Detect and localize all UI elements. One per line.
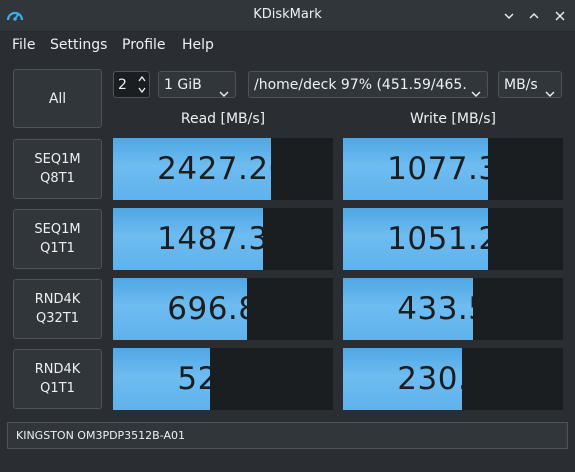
- unit-value: MB/s: [504, 77, 538, 93]
- write-value: 230.46: [397, 361, 509, 397]
- write-header: Write [MB/s]: [409, 111, 497, 127]
- test-name: RND4K: [34, 292, 81, 307]
- write-result-bar: 1077.39: [343, 138, 563, 200]
- read-value: 52.08: [177, 361, 269, 397]
- device-info-field[interactable]: KINGSTON OM3PDP3512B-A01: [7, 422, 568, 449]
- test-seq1m-q8t1-button[interactable]: SEQ1M Q8T1: [13, 139, 102, 199]
- read-header: Read [MB/s]: [180, 111, 266, 127]
- write-value: 1051.28: [387, 221, 519, 257]
- menu-settings[interactable]: Settings: [50, 37, 107, 53]
- minimize-icon[interactable]: [502, 9, 516, 23]
- test-rnd4k-q1t1-button[interactable]: RND4K Q1T1: [13, 349, 102, 409]
- read-value: 696.80: [167, 291, 279, 327]
- close-icon[interactable]: [553, 9, 567, 23]
- test-params: Q32T1: [36, 311, 79, 326]
- window-title: KDiskMark: [253, 7, 322, 22]
- test-rnd4k-q32t1-button[interactable]: RND4K Q32T1: [13, 279, 102, 339]
- write-result-bar: 230.46: [343, 348, 563, 410]
- read-result-bar: 2427.26: [113, 138, 333, 200]
- read-result-bar: 696.80: [113, 278, 333, 340]
- size-value: 1 GiB: [164, 77, 202, 93]
- menu-profile[interactable]: Profile: [122, 37, 166, 53]
- test-seq1m-q1t1-button[interactable]: SEQ1M Q1T1: [13, 209, 102, 269]
- read-result-bar: 1487.35: [113, 208, 333, 270]
- device-name: KINGSTON OM3PDP3512B-A01: [16, 429, 185, 442]
- chevron-down-icon: [219, 82, 229, 97]
- test-params: Q8T1: [40, 171, 75, 186]
- read-value: 2427.26: [157, 151, 289, 187]
- title-bar: KDiskMark: [0, 0, 575, 32]
- test-name: SEQ1M: [34, 152, 81, 167]
- path-select[interactable]: /home/deck 97% (451.59/465.2: [248, 71, 488, 98]
- test-params: Q1T1: [40, 381, 75, 396]
- maximize-icon[interactable]: [527, 9, 541, 23]
- write-result-bar: 433.50: [343, 278, 563, 340]
- unit-select[interactable]: MB/s: [498, 71, 562, 98]
- write-value: 1077.39: [387, 151, 519, 187]
- chevron-down-icon: [545, 82, 555, 97]
- chevron-down-icon: [471, 82, 481, 97]
- write-result-bar: 1051.28: [343, 208, 563, 270]
- write-value: 433.50: [397, 291, 509, 327]
- runs-spinbox[interactable]: 2: [113, 71, 150, 98]
- test-name: SEQ1M: [34, 222, 81, 237]
- run-all-button[interactable]: All: [13, 69, 102, 128]
- run-all-label: All: [48, 90, 67, 107]
- menu-file[interactable]: File: [12, 37, 35, 53]
- size-select[interactable]: 1 GiB: [158, 71, 236, 98]
- menu-bar: File Settings Profile Help: [0, 32, 575, 58]
- menu-help[interactable]: Help: [182, 37, 214, 53]
- runs-value: 2: [118, 77, 127, 93]
- path-value: /home/deck 97% (451.59/465.2: [254, 77, 466, 93]
- spin-arrows-icon[interactable]: [136, 73, 148, 96]
- read-value: 1487.35: [157, 221, 289, 257]
- test-params: Q1T1: [40, 241, 75, 256]
- test-name: RND4K: [34, 362, 81, 377]
- read-result-bar: 52.08: [113, 348, 333, 410]
